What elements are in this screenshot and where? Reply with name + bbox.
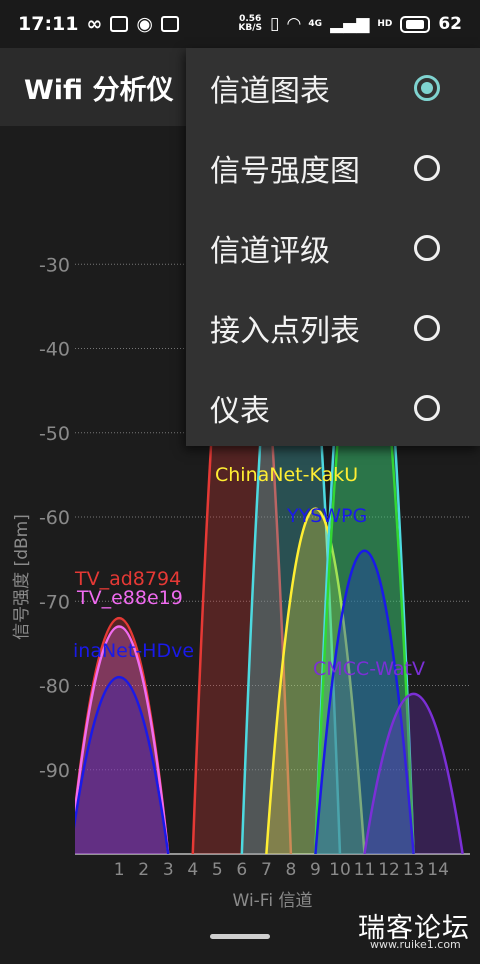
radio-icon[interactable] xyxy=(414,315,440,341)
menu-item-label: 信号强度图 xyxy=(210,154,360,189)
gesture-bar[interactable] xyxy=(210,934,270,939)
radio-icon[interactable] xyxy=(414,395,440,421)
x-tick-label: 10 xyxy=(329,860,351,880)
radio-selected-icon[interactable] xyxy=(414,75,440,101)
app-icon: ◉ xyxy=(136,13,153,35)
menu-item-channel-rating[interactable]: 信道评级 xyxy=(186,208,480,288)
status-time: 17:11 xyxy=(18,13,79,35)
y-tick-label: -70 xyxy=(39,591,70,613)
radio-icon[interactable] xyxy=(414,235,440,261)
menu-item-ap-list[interactable]: 接入点列表 xyxy=(186,288,480,368)
view-menu: 信道图表 信号强度图 信道评级 接入点列表 仪表 xyxy=(186,48,480,446)
menu-item-label: 接入点列表 xyxy=(210,314,360,349)
x-tick-label: 11 xyxy=(354,860,376,880)
x-tick-label: 7 xyxy=(261,860,272,880)
y-tick-label: -80 xyxy=(39,676,70,698)
x-tick-label: 1 xyxy=(114,860,125,880)
watermark-url: www.ruike1.com xyxy=(370,938,461,951)
y-tick-label: -90 xyxy=(39,760,70,782)
series-label: TV_e88e19 xyxy=(76,587,183,609)
y-axis-label: 信号强度 [dBm] xyxy=(12,514,32,640)
x-tick-label: 2 xyxy=(138,860,149,880)
x-tick-label: 14 xyxy=(427,860,449,880)
status-right: 0.56 KB/S ▯ ◠ 4G ▂▄▆ HD 62 xyxy=(238,14,462,34)
y-tick-label: -40 xyxy=(39,339,70,361)
notification-icon xyxy=(160,16,179,32)
x-tick-label: 6 xyxy=(236,860,247,880)
y-tick-label: -60 xyxy=(39,507,70,529)
series-label: YYSWPG xyxy=(286,505,367,527)
menu-item-label: 信道图表 xyxy=(210,74,330,109)
x-tick-label: 5 xyxy=(212,860,223,880)
x-tick-label: 13 xyxy=(403,860,425,880)
battery-level: 62 xyxy=(438,14,462,34)
net-speed-unit: KB/S xyxy=(238,23,262,33)
y-tick-label: -30 xyxy=(39,254,70,276)
x-tick-label: 4 xyxy=(187,860,198,880)
menu-item-label: 仪表 xyxy=(210,394,270,429)
net-speed: 0.56 KB/S xyxy=(238,15,262,33)
status-left: 17:11 ∞ ◉ xyxy=(18,13,179,35)
infinity-icon: ∞ xyxy=(86,13,103,35)
x-tick-label: 8 xyxy=(285,860,296,880)
menu-item-label: 信道评级 xyxy=(210,234,330,269)
status-bar: 17:11 ∞ ◉ 0.56 KB/S ▯ ◠ 4G ▂▄▆ HD 62 xyxy=(0,0,480,48)
network-type: 4G xyxy=(308,18,323,29)
y-tick-label: -50 xyxy=(39,423,70,445)
menu-item-signal-graph[interactable]: 信号强度图 xyxy=(186,128,480,208)
menu-item-channel-graph[interactable]: 信道图表 xyxy=(186,48,480,128)
series-label: ChinaNet-KakU xyxy=(215,464,358,486)
vibrate-icon: ▯ xyxy=(269,14,280,34)
menu-item-meter[interactable]: 仪表 xyxy=(186,368,480,448)
radio-icon[interactable] xyxy=(414,155,440,181)
mail-icon xyxy=(110,16,129,32)
x-tick-label: 9 xyxy=(310,860,321,880)
x-tick-label: 12 xyxy=(378,860,400,880)
x-tick-label: 3 xyxy=(163,860,174,880)
x-axis-label: Wi-Fi 信道 xyxy=(233,891,313,911)
wifi-icon: ◠ xyxy=(287,14,301,34)
app-title: Wifi 分析仪 xyxy=(24,74,174,106)
hd-badge: HD xyxy=(377,18,393,29)
signal-icon: ▂▄▆ xyxy=(330,14,370,34)
series-label: CMCC-WatV xyxy=(313,658,425,680)
battery-icon xyxy=(400,15,431,33)
series-label: inaNet-HDve xyxy=(73,640,194,662)
